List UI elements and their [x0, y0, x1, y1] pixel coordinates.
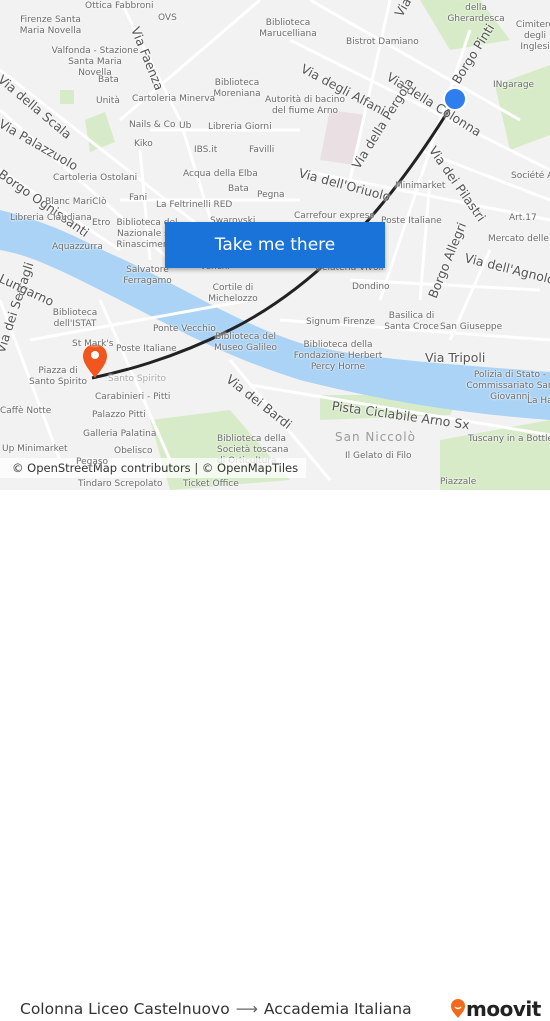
poi-label: Ub	[179, 121, 192, 131]
poi-label: Tuscany in a Bottle	[468, 434, 550, 444]
poi-label: IBS.it	[194, 145, 218, 155]
poi-label: Ottica Fabbroni	[85, 1, 154, 11]
poi-label: Cortile di Michelozzo	[208, 283, 258, 304]
poi-label: Acqua della Elba	[183, 169, 258, 179]
poi-label: Bistrot Damiano	[346, 37, 419, 47]
poi-label: Up Minimarket	[2, 444, 68, 454]
poi-label: OVS	[158, 13, 177, 23]
poi-label: Etro	[92, 218, 111, 228]
poi-label: Giardino della Gherardesca	[447, 0, 505, 24]
poi-label: Biblioteca Marucelliana	[259, 18, 317, 39]
poi-label: Biblioteca del Museo Galileo	[213, 332, 278, 353]
poi-label: Minimarket	[395, 181, 446, 191]
poi-label: INgarage	[493, 80, 535, 90]
poi-label: Pegna	[257, 190, 285, 200]
poi-label: Il Gelato di Filo	[345, 451, 412, 461]
destination-label: Accademia Italiana	[263, 1000, 412, 1018]
poi-label: Biblioteca dell'ISTAT	[52, 308, 98, 329]
poi-label: Biblioteca Moreniana	[213, 78, 261, 99]
route-summary: Colonna Liceo Castelnuovo ⟶ Accademia Ital…	[20, 1000, 412, 1018]
poi-label: Favilli	[249, 145, 275, 155]
poi-label: Poste Italiane	[381, 216, 442, 226]
poi-label: Bata	[98, 75, 119, 85]
poi-label: Unità	[96, 96, 120, 106]
poi-label: San Giuseppe	[440, 322, 503, 332]
moovit-logo[interactable]: moovit	[450, 997, 541, 1021]
poi-label: Cartoleria Ostolani	[53, 173, 138, 183]
poi-label: Santo Spirito	[108, 374, 166, 384]
moovit-pin-icon	[451, 999, 465, 1018]
poi-label: Salvatore Ferragamo	[123, 265, 172, 286]
poi-label: Piazza di Santo Spirito	[29, 366, 87, 387]
map[interactable]: Via Faenza Via della Scala Via Palazzuol…	[0, 0, 550, 490]
poi-label: Kiko	[134, 139, 153, 149]
origin-label: Colonna Liceo Castelnuovo	[20, 1000, 230, 1018]
poi-label: Basilica di Santa Croce	[384, 311, 439, 332]
poi-label: Blanc MariClò	[45, 197, 107, 207]
poi-label: Pegaso	[76, 457, 109, 467]
poi-label: Poste Italiane	[116, 344, 177, 354]
take-me-there-button[interactable]: Take me there	[165, 222, 385, 268]
poi-label: Bata	[228, 184, 249, 194]
poi-label: La Feltrinelli RED	[156, 200, 233, 210]
poi-label: Biblioteca della Fondazione Herbert Perc…	[293, 340, 383, 372]
poi-label: Valfonda - Stazione Santa Maria Novella	[51, 46, 139, 78]
poi-label: Firenze Santa Maria Novella	[19, 15, 82, 36]
poi-label: Galleria Palatina	[83, 429, 157, 439]
map-attribution[interactable]: © OpenStreetMap contributors | © OpenMap…	[0, 458, 307, 478]
poi-label: Dondino	[352, 282, 390, 292]
footer-bar: Colonna Liceo Castelnuovo ⟶ Accademia Ital…	[0, 490, 550, 1021]
poi-label: Aquazzurra	[52, 242, 103, 252]
poi-label: Nails & Co	[129, 120, 176, 130]
poi-label: Piazzale	[440, 477, 477, 487]
poi-label: Carrefour express	[294, 211, 375, 221]
poi-label: Art.17	[509, 213, 537, 223]
poi-label: Palazzo Pitti	[92, 410, 146, 420]
poi-label: Fani	[129, 193, 148, 203]
street-label: Via Tripoli	[425, 350, 486, 365]
poi-label: Cimitero degli Inglesi	[515, 20, 550, 52]
poi-label: Mercato delle Pulci	[488, 234, 550, 244]
poi-label: Autorità di bacino del fiume Arno	[265, 95, 345, 116]
poi-label: Libreria Claudiana	[10, 213, 92, 223]
poi-label: Obelisco	[114, 446, 153, 456]
poi-label: Tindaro Screpolato	[78, 479, 163, 489]
arrow-right-icon: ⟶	[235, 1000, 258, 1018]
poi-label: La Ha	[527, 396, 550, 406]
poi-label: Ticket Office	[183, 479, 239, 489]
poi-label: Signum Firenze	[306, 317, 375, 327]
poi-label: Carabinieri - Pitti	[95, 392, 171, 402]
poi-label: Caffè Notte	[0, 406, 52, 416]
poi-label: Libreria Giorni	[208, 122, 272, 132]
area-label: San Niccolò	[335, 430, 416, 444]
moovit-wordmark: moovit	[466, 997, 541, 1021]
poi-label: Ponte Vecchio	[153, 324, 216, 334]
poi-label: Cartoleria Minerva	[132, 94, 216, 104]
poi-label: Société Anonyme	[511, 171, 550, 181]
poi-label: St Mark's	[72, 339, 114, 349]
